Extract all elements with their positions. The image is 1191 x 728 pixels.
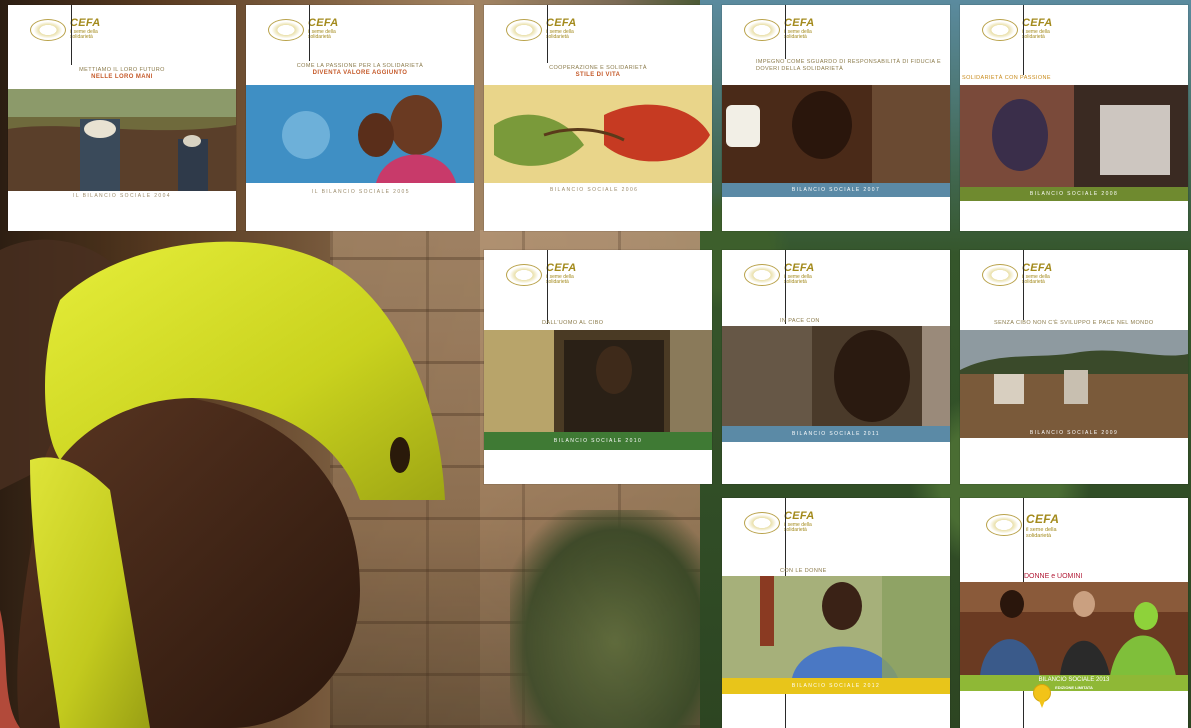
cover-tagline: dall'uomo al cibo	[542, 320, 604, 326]
cefa-logo: CEFA il seme della solidarietà	[982, 258, 1078, 288]
cover-tagline: come la passione per la solidarietà diven…	[296, 63, 424, 76]
cefa-seal-icon	[982, 19, 1018, 41]
cefa-subline: il seme della solidarietà	[70, 29, 98, 40]
divider	[1023, 250, 1024, 320]
cefa-subline: il seme della solidarietà	[1026, 527, 1057, 539]
cover-footer: il bilancio sociale 2005	[312, 189, 410, 195]
cover-photo	[484, 85, 712, 183]
divider	[547, 250, 548, 324]
report-cover-2009[interactable]: CEFA il seme della solidarietà senza cib…	[960, 250, 1188, 484]
cefa-logo: CEFA il seme della solidarietà	[982, 13, 1078, 43]
cefa-subline: il seme della solidarietà	[1022, 274, 1050, 285]
cefa-logo: CEFA il seme della solidarietà	[268, 13, 364, 43]
cefa-name: CEFA	[1026, 512, 1060, 526]
cefa-seal-icon	[986, 514, 1022, 536]
divider	[71, 5, 72, 65]
cover-photo	[722, 576, 950, 678]
cover-photo	[722, 326, 950, 426]
report-cover-2013[interactable]: CEFA il seme della solidarietà DONNE e U…	[960, 498, 1188, 728]
cefa-logo: CEFA il seme della solidarietà	[744, 13, 840, 43]
cefa-logo: CEFA il seme della solidarietà	[986, 508, 1082, 539]
cover-photo	[960, 582, 1188, 676]
cefa-seal-icon	[30, 19, 66, 41]
cover-photo	[960, 85, 1188, 187]
report-cover-2004[interactable]: CEFA il seme della solidarietà mettiamo …	[8, 5, 236, 231]
cover-band: bilancio sociale 2007	[722, 183, 950, 197]
cefa-logo: CEFA il seme della solidarietà	[744, 258, 840, 288]
cover-tagline: cooperazione e solidarietà stile di vita	[549, 65, 647, 78]
cefa-seal-icon	[268, 19, 304, 41]
divider	[309, 5, 310, 61]
cover-band: bilancio sociale 2008	[960, 187, 1188, 201]
cover-photo	[722, 85, 950, 183]
cefa-subline: il seme della solidarietà	[546, 274, 574, 285]
divider	[785, 250, 786, 324]
cefa-seal-icon	[982, 264, 1018, 286]
cefa-seal-icon	[744, 264, 780, 286]
report-cover-2006[interactable]: CEFA il seme della solidarietà cooperazi…	[484, 5, 712, 231]
cefa-logo: CEFA il seme della solidarietà	[30, 13, 126, 43]
cover-band: bilancio sociale 2012	[722, 678, 950, 694]
band-title: BILANCIO SOCIALE 2013	[1038, 677, 1110, 683]
cefa-subline: il seme della solidarietà	[546, 29, 574, 40]
cefa-subline: il seme della solidarietà	[1022, 29, 1050, 40]
cefa-name: CEFA	[1022, 17, 1053, 29]
woman-illustration	[0, 230, 480, 728]
cover-band: bilancio sociale 2011	[722, 426, 950, 442]
cefa-name: CEFA	[546, 17, 577, 29]
cefa-subline: il seme della solidarietà	[784, 522, 812, 533]
cover-footer: bilancio sociale 2006	[550, 187, 639, 193]
cefa-subline: il seme della solidarietà	[784, 29, 812, 40]
report-cover-2012[interactable]: CEFA il seme della solidarietà con le do…	[722, 498, 950, 728]
cefa-name: CEFA	[784, 510, 815, 522]
band-subtitle: EDIZIONE LIMITATA	[1055, 685, 1093, 690]
cefa-seal-icon	[744, 512, 780, 534]
cefa-name: CEFA	[70, 17, 101, 29]
cefa-seal-icon	[506, 19, 542, 41]
cover-footer: bilancio sociale 2009	[1029, 430, 1119, 436]
report-cover-2008[interactable]: CEFA il seme della solidarietà solidarie…	[960, 5, 1188, 231]
cover-tagline: mettiamo il loro futuro nelle loro mani	[79, 67, 165, 80]
cover-tagline: impegno come sguardo di responsabilità d…	[756, 59, 942, 72]
cover-band: bilancio sociale 2010	[484, 432, 712, 450]
cover-tagline: in pace con	[780, 318, 820, 324]
cover-photo	[246, 85, 474, 183]
cefa-logo: CEFA il seme della solidarietà	[744, 506, 840, 536]
cefa-name: CEFA	[546, 262, 577, 274]
cover-title: DONNE e UOMINI	[1024, 573, 1083, 580]
report-cover-2010[interactable]: CEFA il seme della solidarietà dall'uomo…	[484, 250, 712, 484]
divider	[547, 5, 548, 63]
cover-tagline: con le donne	[780, 568, 827, 574]
cover-band: BILANCIO SOCIALE 2013 EDIZIONE LIMITATA	[960, 675, 1188, 691]
cover-photo	[484, 330, 712, 432]
woman-yellow-headscarf	[0, 230, 480, 728]
cefa-logo: CEFA il seme della solidarietà	[506, 258, 602, 288]
divider	[1023, 5, 1024, 75]
cefa-name: CEFA	[308, 17, 339, 29]
cefa-seal-icon	[506, 264, 542, 286]
cefa-subline: il seme della solidarietà	[308, 29, 336, 40]
report-cover-2005[interactable]: CEFA il seme della solidarietà come la p…	[246, 5, 474, 231]
cefa-name: CEFA	[784, 262, 815, 274]
cefa-name: CEFA	[1022, 262, 1053, 274]
cefa-name: CEFA	[784, 17, 815, 29]
report-cover-2011[interactable]: CEFA il seme della solidarietà in pace c…	[722, 250, 950, 484]
cover-footer: il bilancio sociale 2004	[73, 193, 171, 199]
medal-icon	[1033, 684, 1051, 708]
divider	[785, 5, 786, 59]
report-cover-2007[interactable]: CEFA il seme della solidarietà impegno c…	[722, 5, 950, 231]
cefa-seal-icon	[744, 19, 780, 41]
cover-tagline: senza cibo non c'è sviluppo e pace nel m…	[994, 320, 1154, 326]
cover-tagline: solidarietà con passione	[962, 75, 1051, 81]
cover-photo	[8, 89, 236, 191]
cefa-subline: il seme della solidarietà	[784, 274, 812, 285]
cover-photo	[960, 330, 1188, 438]
cefa-logo: CEFA il seme della solidarietà	[506, 13, 602, 43]
